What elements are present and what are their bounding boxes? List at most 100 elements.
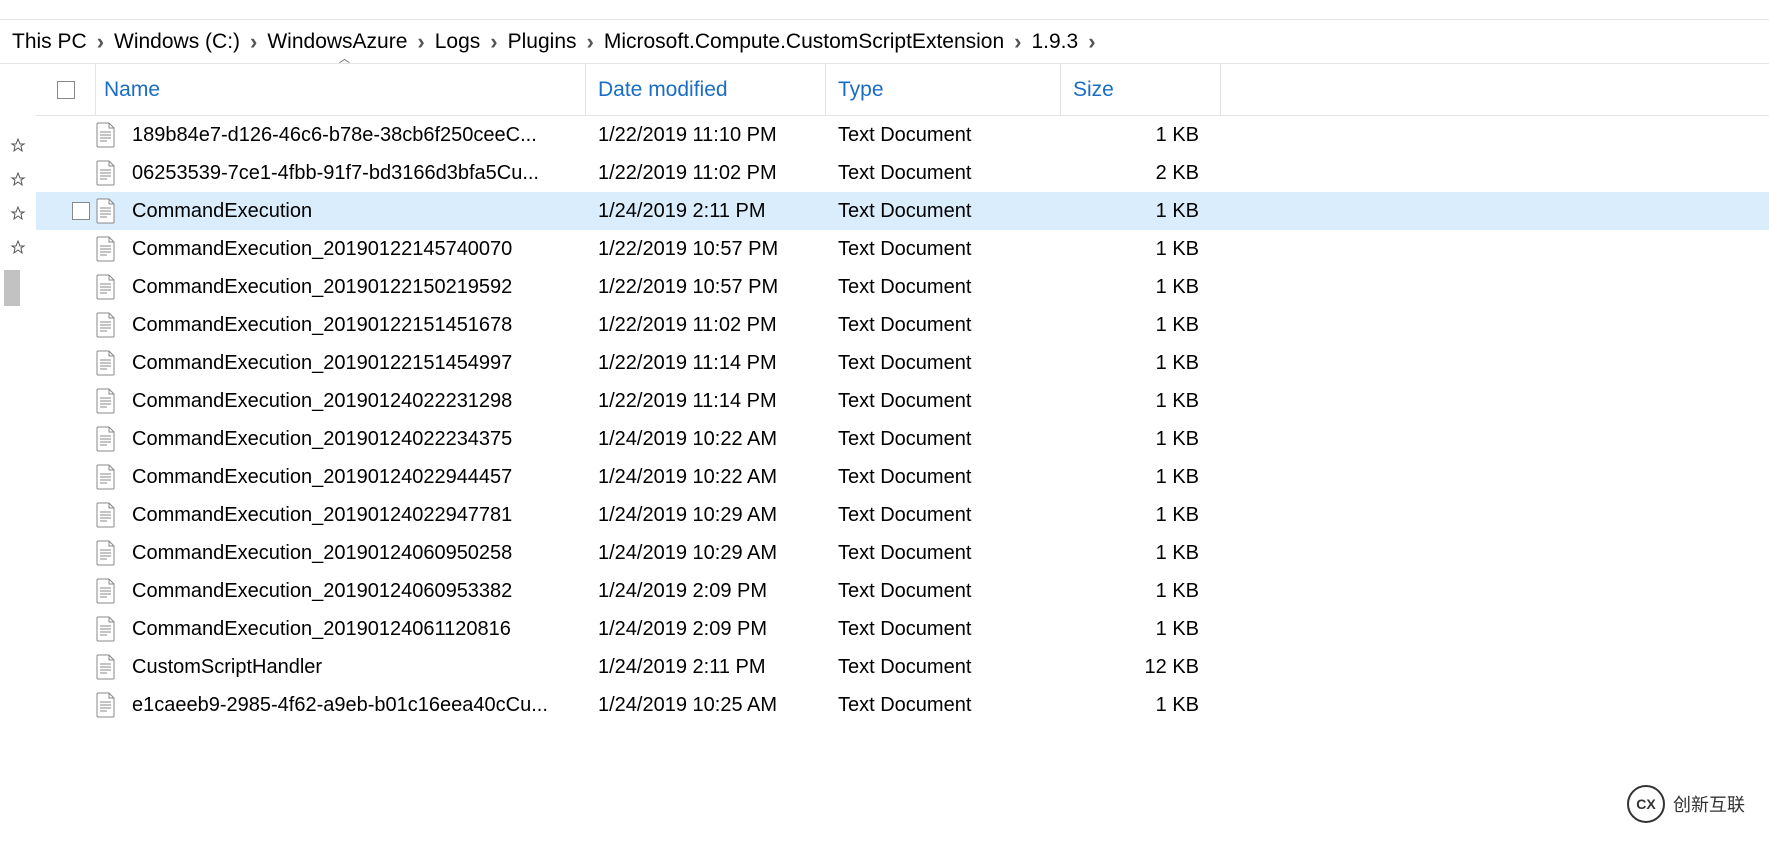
- chevron-right-icon[interactable]: ›: [587, 29, 594, 55]
- file-name-cell[interactable]: CommandExecution_20190124060950258: [96, 534, 586, 572]
- row-checkbox-cell[interactable]: [36, 344, 96, 382]
- row-checkbox-cell[interactable]: [36, 572, 96, 610]
- table-row[interactable]: 189b84e7-d126-46c6-b78e-38cb6f250ceeC...…: [36, 116, 1769, 154]
- table-row[interactable]: CommandExecution_201901240609502581/24/2…: [36, 534, 1769, 572]
- text-file-icon: [96, 616, 116, 642]
- table-row[interactable]: CommandExecution_201901221502195921/22/2…: [36, 268, 1769, 306]
- chevron-right-icon[interactable]: ›: [1014, 29, 1021, 55]
- file-name-cell[interactable]: e1caeeb9-2985-4f62-a9eb-b01c16eea40cCu..…: [96, 686, 586, 724]
- row-checkbox-cell[interactable]: [36, 154, 96, 192]
- file-name: CommandExecution_20190124022944457: [132, 466, 512, 489]
- file-date: 1/22/2019 11:14 PM: [586, 382, 826, 420]
- row-checkbox-cell[interactable]: [36, 610, 96, 648]
- file-name-cell[interactable]: 189b84e7-d126-46c6-b78e-38cb6f250ceeC...: [96, 116, 586, 154]
- file-name-cell[interactable]: CommandExecution_20190122145740070: [96, 230, 586, 268]
- breadcrumb-item[interactable]: This PC: [8, 30, 91, 54]
- text-file-icon: [96, 198, 116, 224]
- table-row[interactable]: CommandExecution_201901240609533821/24/2…: [36, 572, 1769, 610]
- pin-icon[interactable]: [6, 202, 30, 226]
- column-label: Size: [1073, 78, 1114, 102]
- row-checkbox-cell[interactable]: [36, 534, 96, 572]
- text-file-icon: [96, 236, 116, 262]
- row-checkbox-cell[interactable]: [36, 306, 96, 344]
- row-checkbox-cell[interactable]: [36, 686, 96, 724]
- table-row[interactable]: CommandExecution_201901221457400701/22/2…: [36, 230, 1769, 268]
- breadcrumb-item[interactable]: Microsoft.Compute.CustomScriptExtension: [600, 30, 1008, 54]
- scrollbar-thumb[interactable]: [4, 270, 20, 306]
- row-checkbox-cell[interactable]: [36, 382, 96, 420]
- row-checkbox-cell[interactable]: [36, 192, 96, 230]
- chevron-right-icon[interactable]: ›: [1088, 29, 1095, 55]
- file-size: 1 KB: [1061, 230, 1221, 268]
- file-name-cell[interactable]: CommandExecution_20190122151451678: [96, 306, 586, 344]
- file-date: 1/22/2019 10:57 PM: [586, 230, 826, 268]
- text-file-icon: [96, 122, 116, 148]
- table-row[interactable]: CommandExecution_201901240611208161/24/2…: [36, 610, 1769, 648]
- text-file-icon: [96, 350, 116, 376]
- table-row[interactable]: e1caeeb9-2985-4f62-a9eb-b01c16eea40cCu..…: [36, 686, 1769, 724]
- file-name: CommandExecution: [132, 200, 312, 223]
- file-size: 1 KB: [1061, 116, 1221, 154]
- file-date: 1/22/2019 10:57 PM: [586, 268, 826, 306]
- text-file-icon: [96, 274, 116, 300]
- column-header-name[interactable]: ︿ Name: [96, 64, 586, 115]
- row-checkbox-cell[interactable]: [36, 458, 96, 496]
- text-file-icon: [96, 426, 116, 452]
- row-checkbox-cell[interactable]: [36, 268, 96, 306]
- file-size: 1 KB: [1061, 382, 1221, 420]
- select-all-checkbox[interactable]: [57, 81, 75, 99]
- file-name-cell[interactable]: CommandExecution_20190124022234375: [96, 420, 586, 458]
- file-date: 1/22/2019 11:10 PM: [586, 116, 826, 154]
- column-header-type[interactable]: Type: [826, 64, 1061, 115]
- file-name-cell[interactable]: CommandExecution_20190124060953382: [96, 572, 586, 610]
- column-header-size[interactable]: Size: [1061, 64, 1221, 115]
- file-size: 1 KB: [1061, 306, 1221, 344]
- pin-icon[interactable]: [6, 168, 30, 192]
- file-name-cell[interactable]: CommandExecution_20190124022944457: [96, 458, 586, 496]
- table-row[interactable]: CommandExecution_201901240229477811/24/2…: [36, 496, 1769, 534]
- table-row[interactable]: CommandExecution_201901221514516781/22/2…: [36, 306, 1769, 344]
- file-name-cell[interactable]: CommandExecution_20190122151454997: [96, 344, 586, 382]
- file-name-cell[interactable]: 06253539-7ce1-4fbb-91f7-bd3166d3bfa5Cu..…: [96, 154, 586, 192]
- select-all-column[interactable]: [36, 64, 96, 115]
- table-row[interactable]: CommandExecution_201901221514549971/22/2…: [36, 344, 1769, 382]
- file-type: Text Document: [826, 344, 1061, 382]
- file-name-cell[interactable]: CustomScriptHandler: [96, 648, 586, 686]
- column-header-row: ︿ Name Date modified Type Size: [36, 64, 1769, 116]
- row-checkbox-cell[interactable]: [36, 648, 96, 686]
- file-name: CommandExecution_20190124022947781: [132, 504, 512, 527]
- table-row[interactable]: CustomScriptHandler1/24/2019 2:11 PMText…: [36, 648, 1769, 686]
- pin-icon[interactable]: [6, 134, 30, 158]
- breadcrumb-item[interactable]: 1.9.3: [1027, 30, 1082, 54]
- file-date: 1/22/2019 11:02 PM: [586, 306, 826, 344]
- row-checkbox-cell[interactable]: [36, 420, 96, 458]
- table-row[interactable]: CommandExecution_201901240222312981/22/2…: [36, 382, 1769, 420]
- row-checkbox-cell[interactable]: [36, 496, 96, 534]
- file-type: Text Document: [826, 686, 1061, 724]
- file-name: 06253539-7ce1-4fbb-91f7-bd3166d3bfa5Cu..…: [132, 162, 539, 185]
- file-name-cell[interactable]: CommandExecution_20190124022947781: [96, 496, 586, 534]
- file-name: CommandExecution_20190124060953382: [132, 580, 512, 603]
- chevron-right-icon[interactable]: ›: [97, 29, 104, 55]
- file-size: 1 KB: [1061, 268, 1221, 306]
- file-name-cell[interactable]: CommandExecution_20190122150219592: [96, 268, 586, 306]
- column-header-date[interactable]: Date modified: [586, 64, 826, 115]
- text-file-icon: [96, 312, 116, 338]
- table-row[interactable]: CommandExecution_201901240229444571/24/2…: [36, 458, 1769, 496]
- file-name-cell[interactable]: CommandExecution: [96, 192, 586, 230]
- file-name-cell[interactable]: CommandExecution_20190124022231298: [96, 382, 586, 420]
- file-type: Text Document: [826, 116, 1061, 154]
- quick-access-bar: [0, 64, 36, 724]
- table-row[interactable]: CommandExecution1/24/2019 2:11 PMText Do…: [36, 192, 1769, 230]
- table-row[interactable]: CommandExecution_201901240222343751/24/2…: [36, 420, 1769, 458]
- watermark: CX 创新互联: [1627, 785, 1745, 823]
- table-row[interactable]: 06253539-7ce1-4fbb-91f7-bd3166d3bfa5Cu..…: [36, 154, 1769, 192]
- file-name-cell[interactable]: CommandExecution_20190124061120816: [96, 610, 586, 648]
- row-checkbox[interactable]: [72, 202, 90, 220]
- pin-icon[interactable]: [6, 236, 30, 260]
- row-checkbox-cell[interactable]: [36, 230, 96, 268]
- row-checkbox-cell[interactable]: [36, 116, 96, 154]
- text-file-icon: [96, 388, 116, 414]
- file-name: CommandExecution_20190124022234375: [132, 428, 512, 451]
- file-type: Text Document: [826, 268, 1061, 306]
